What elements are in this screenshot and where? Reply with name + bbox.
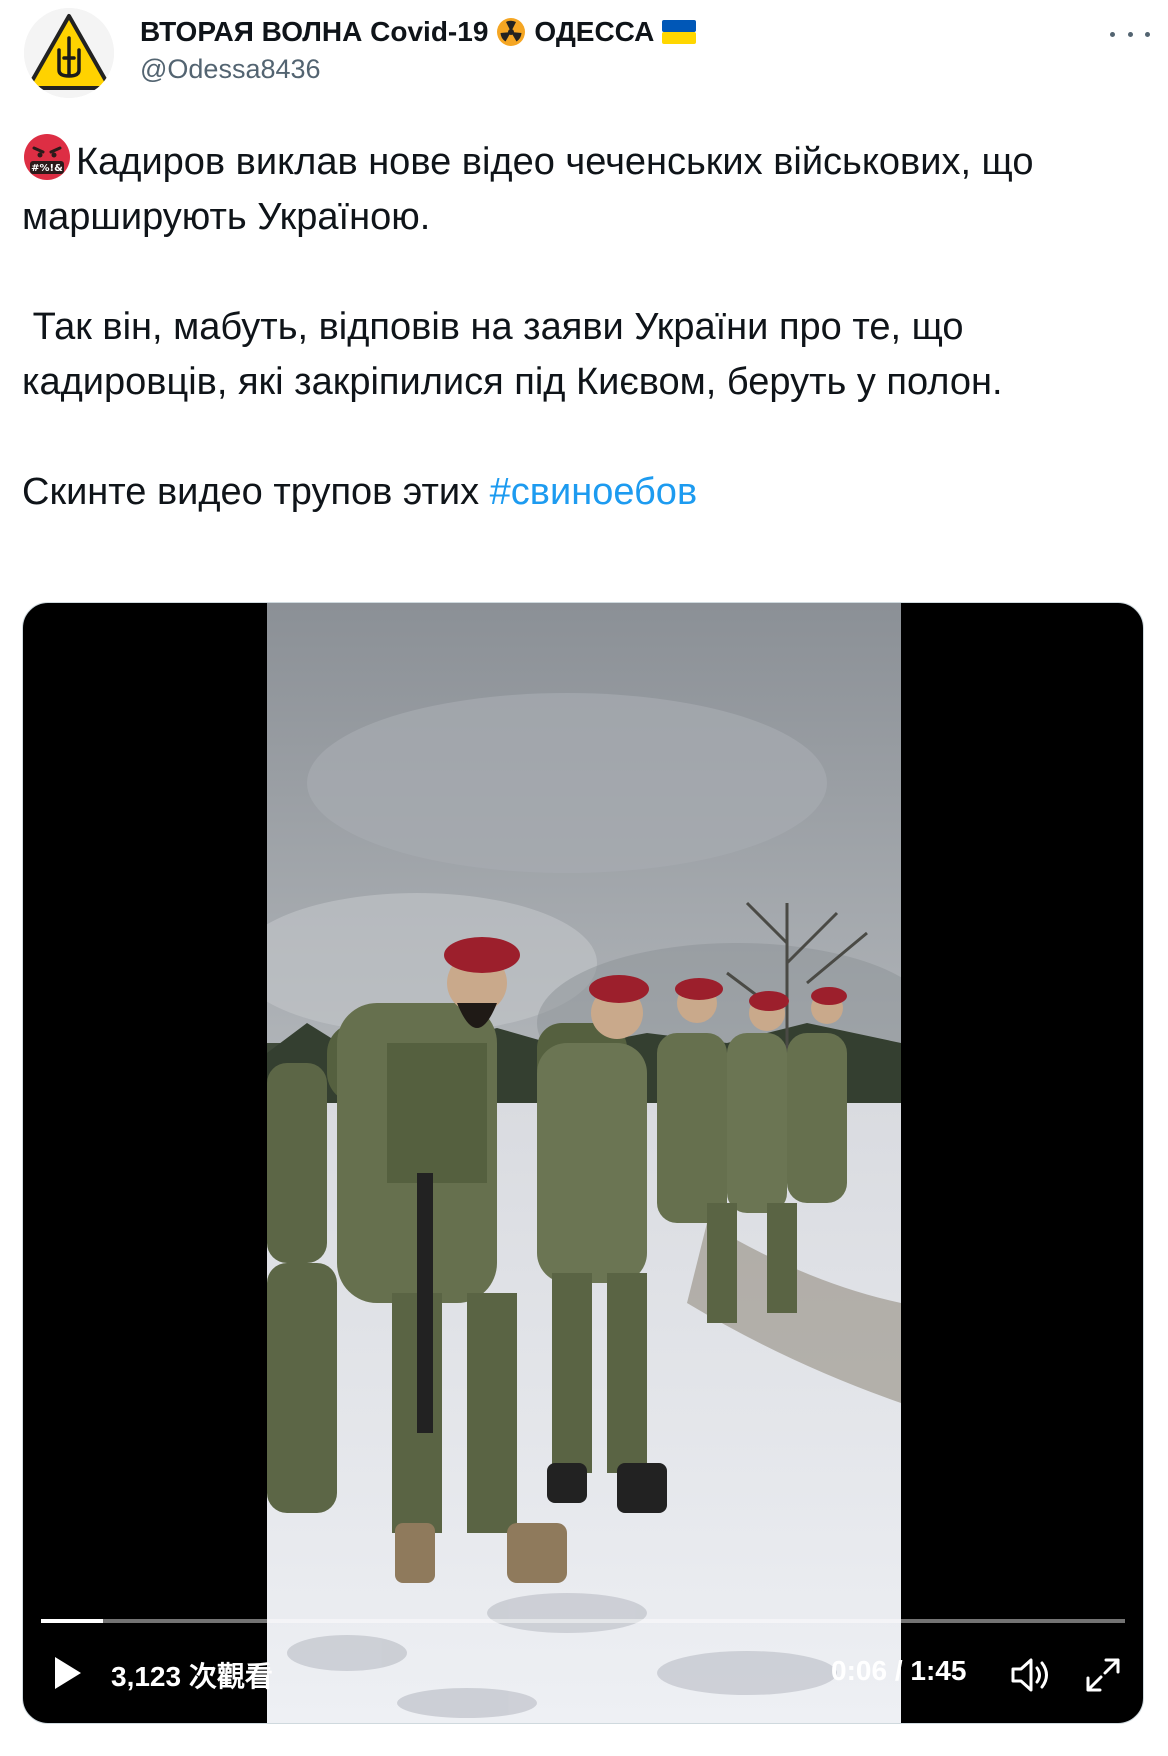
- view-count: 3,123 次觀看: [111, 1661, 273, 1692]
- tweet-spacer: [22, 410, 1152, 465]
- svg-text:#%!&: #%!&: [31, 163, 63, 174]
- video-time: 0:06 / 1:45: [831, 1655, 967, 1686]
- video-thumbnail: [267, 603, 901, 1723]
- angry-face-symbols-icon: #%!&: [24, 134, 70, 180]
- play-icon[interactable]: [49, 1653, 85, 1693]
- tweet-header: ВТОРАЯ ВОЛНА Covid-19 ОДЕССА @Odessa8436: [0, 0, 1168, 110]
- tweet-paragraph-3: Скинте видео трупов этих #свиноебов: [22, 465, 1152, 520]
- author-avatar[interactable]: [24, 8, 114, 98]
- video-progress-fill: [41, 1619, 103, 1623]
- video-controls: 3,123 次觀看 0:06 / 1:45: [23, 1643, 1143, 1703]
- tweet-paragraph-1-text: Кадиров виклав нове відео чеченських вій…: [22, 141, 1034, 238]
- tweet-spacer: [22, 245, 1152, 300]
- warning-triangle-trident-icon: [24, 8, 114, 98]
- fullscreen-icon[interactable]: [1083, 1655, 1123, 1695]
- tweet-paragraph-3-text: Скинте видео трупов этих: [22, 471, 490, 513]
- video-progress-bar[interactable]: [41, 1619, 1125, 1623]
- author-name[interactable]: ВТОРАЯ ВОЛНА Covid-19 ОДЕССА: [140, 14, 697, 50]
- tweet-text: #%!& Кадиров виклав нове відео чеченськи…: [22, 132, 1152, 520]
- tweet-paragraph-2: Так він, мабуть, відповів на заяви Украї…: [22, 306, 1003, 403]
- author-handle[interactable]: @Odessa8436: [140, 54, 321, 85]
- display-name-city: ОДЕССА: [534, 16, 655, 47]
- video-frame[interactable]: [267, 603, 901, 1723]
- volume-icon[interactable]: [1009, 1655, 1053, 1695]
- radioactive-icon: [497, 18, 526, 46]
- more-dot: [1145, 31, 1150, 37]
- more-dot: [1127, 31, 1133, 37]
- more-dots-icon[interactable]: [1110, 24, 1150, 44]
- display-name-text: ВТОРАЯ ВОЛНА Covid-19: [140, 16, 489, 47]
- tweet-paragraph-1: #%!& Кадиров виклав нове відео чеченськи…: [22, 132, 1152, 245]
- more-dot: [1110, 31, 1115, 37]
- ukraine-flag-icon: [662, 20, 697, 44]
- video-player[interactable]: 3,123 次觀看 0:06 / 1:45: [22, 602, 1144, 1724]
- hashtag-link[interactable]: #свиноебов: [490, 471, 697, 513]
